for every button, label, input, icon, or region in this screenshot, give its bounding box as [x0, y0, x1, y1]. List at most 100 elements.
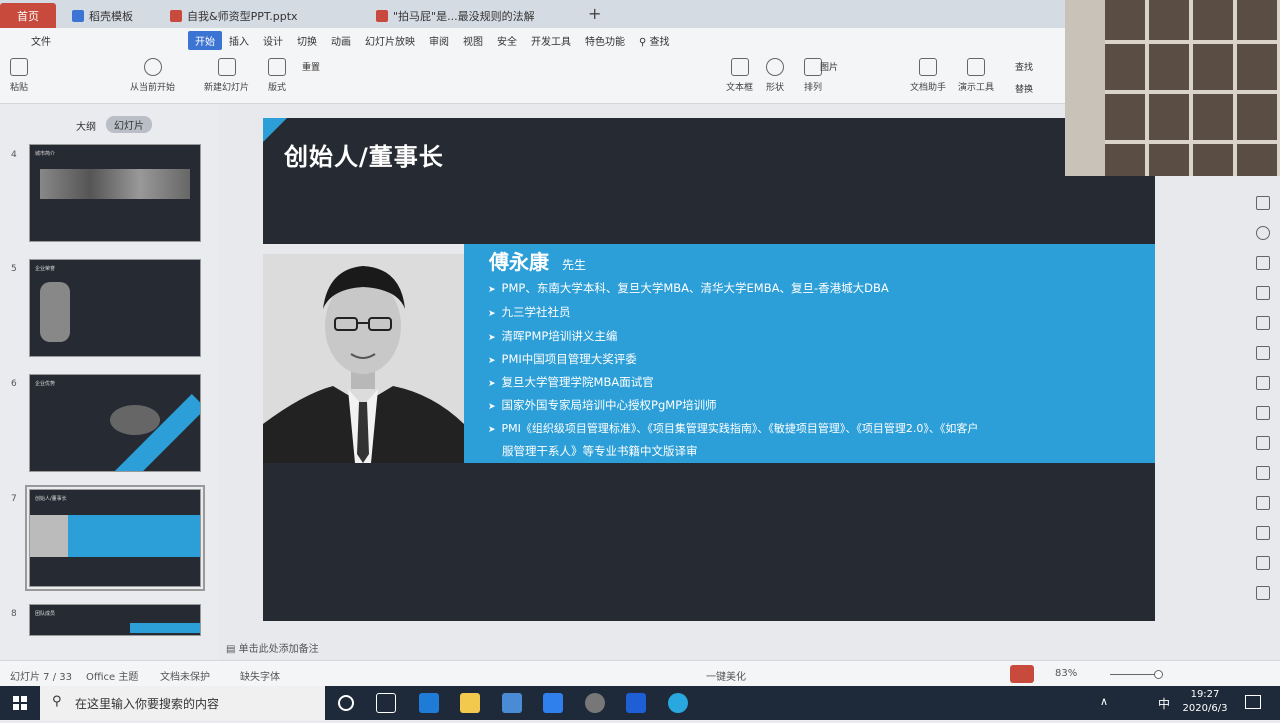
doc-helper-label: 文档助手 [910, 83, 947, 93]
layout-button[interactable]: 版式 [268, 58, 286, 93]
menu-file[interactable]: 文件 [24, 31, 58, 50]
sidebar-icon[interactable] [1256, 496, 1270, 510]
beautify-button[interactable]: 一键美化 [706, 668, 746, 683]
doc-helper-icon [919, 58, 937, 76]
notification-icon[interactable] [1245, 695, 1261, 709]
from-current-button[interactable]: 从当前开始 [130, 58, 175, 93]
start-button[interactable] [0, 686, 40, 720]
wps-icon[interactable] [626, 693, 646, 713]
play-slideshow-button[interactable] [1010, 665, 1034, 683]
missing-font-button[interactable]: 缺失字体 [240, 668, 280, 683]
paste-button[interactable]: 粘贴 [10, 58, 28, 93]
menu-review[interactable]: 审阅 [422, 31, 456, 50]
bullet-text: 清晖PMP培训讲义主编 [501, 329, 618, 343]
text-box-label: 文本框 [726, 83, 754, 93]
doc-helper-button[interactable]: 文档助手 [910, 58, 946, 93]
bullet-text: 复旦大学管理学院MBA面试官 [501, 375, 654, 389]
outline-tab[interactable]: 大纲 [76, 118, 96, 133]
shape-button[interactable]: 形状 [766, 58, 784, 93]
slide-thumbnail-5[interactable]: 企业荣誉 [29, 259, 201, 357]
bullet-item: ➤ PMP、东南大学本科、复旦大学MBA、清华大学EMBA、复旦-香港城大DBA [488, 280, 889, 296]
slide-title[interactable]: 创始人/董事长 [284, 137, 444, 172]
slide-thumbnail-6[interactable]: 企业优势 [29, 374, 201, 472]
founder-name[interactable]: 傅永康 [489, 246, 549, 275]
sidebar-icon[interactable] [1256, 376, 1270, 390]
slide-thumbnail-4[interactable]: 城市简介 [29, 144, 201, 242]
menu-search[interactable]: ⚲ 查找 [632, 31, 677, 50]
tab-templates[interactable]: 稻壳模板 [64, 3, 141, 28]
shape-label: 形状 [766, 83, 785, 93]
presentation-tool-label: 演示工具 [958, 83, 995, 93]
doc-protect-status[interactable]: 文档未保护 [160, 668, 210, 683]
sidebar-icon[interactable] [1256, 316, 1270, 330]
edge-icon[interactable] [419, 693, 439, 713]
sidebar-icon[interactable] [1256, 406, 1270, 420]
menu-home[interactable]: 开始 [188, 30, 222, 50]
picture-button[interactable]: 图片 [820, 60, 838, 73]
menu-slideshow[interactable]: 幻灯片放映 [358, 31, 422, 50]
new-tab-button[interactable]: + [588, 4, 601, 23]
task-view-icon[interactable] [376, 693, 396, 713]
tray-chevron-icon[interactable]: ∧ [1100, 695, 1108, 708]
zoom-slider-handle[interactable] [1154, 670, 1163, 679]
new-slide-label: 新建幻灯片 [204, 83, 250, 93]
text-box-button[interactable]: 文本框 [726, 58, 753, 93]
mini-photo [30, 515, 68, 557]
menu-developer[interactable]: 开发工具 [524, 31, 578, 50]
menu-design[interactable]: 设计 [256, 31, 290, 50]
arrow-bullet-icon: ➤ [488, 402, 496, 412]
system-clock[interactable]: 19:27 2020/6/3 [1180, 688, 1230, 716]
app-icon[interactable] [585, 693, 605, 713]
mail-icon[interactable] [543, 693, 563, 713]
layout-label: 版式 [268, 83, 287, 93]
menu-view[interactable]: 视图 [456, 31, 490, 50]
menu-special[interactable]: 特色功能 [578, 31, 632, 50]
menu-security[interactable]: 安全 [490, 31, 524, 50]
reset-button[interactable]: 重置 [302, 60, 320, 73]
sidebar-icon[interactable] [1256, 586, 1270, 600]
ppt-file-icon [376, 9, 388, 22]
founder-photo[interactable] [263, 254, 464, 463]
sidebar-icon[interactable] [1256, 226, 1270, 240]
replace-button[interactable]: 替换 [1015, 82, 1033, 95]
notes-area[interactable]: ▤ 单击此处添加备注 [226, 640, 319, 655]
slide-number: 5 [11, 264, 17, 274]
shelf-board [1105, 40, 1280, 44]
sidebar-icon[interactable] [1256, 256, 1270, 270]
tab-ppt-file-2[interactable]: "拍马屁"是...最没规则的法解 [368, 3, 578, 28]
slide-number: 6 [11, 379, 17, 389]
status-bar: 幻灯片 7 / 33 Office 主题 文档未保护 缺失字体 一键美化 83% [0, 660, 1280, 686]
app-icon-2[interactable] [668, 693, 688, 713]
zoom-level: 83% [1055, 668, 1078, 679]
ime-indicator[interactable]: 中 [1158, 695, 1170, 712]
store-icon[interactable] [502, 693, 522, 713]
bullet-continuation: 服管理干系人》等专业书籍中文版译审 [502, 443, 698, 459]
find-button[interactable]: 查找 [1015, 60, 1033, 73]
menu-transition[interactable]: 切换 [290, 31, 324, 50]
sidebar-icon[interactable] [1256, 196, 1270, 210]
thumbnail-title: 创始人/董事长 [35, 496, 67, 502]
menu-animation[interactable]: 动画 [324, 31, 358, 50]
zoom-slider[interactable] [1110, 674, 1160, 675]
cortana-icon[interactable] [338, 695, 354, 711]
file-explorer-icon[interactable] [460, 693, 480, 713]
sidebar-icon[interactable] [1256, 286, 1270, 300]
tab-home[interactable]: 首页 [0, 3, 56, 28]
sidebar-icon[interactable] [1256, 526, 1270, 540]
sidebar-icon[interactable] [1256, 556, 1270, 570]
slide-thumbnail-7[interactable]: 创始人/董事长 [25, 485, 205, 591]
slides-tab[interactable]: 幻灯片 [106, 116, 152, 133]
arrow-bullet-icon: ➤ [488, 285, 496, 295]
sidebar-icon[interactable] [1256, 436, 1270, 450]
sidebar-icon[interactable] [1256, 346, 1270, 360]
menu-insert[interactable]: 插入 [222, 31, 256, 50]
slide-thumbnail-8[interactable]: 团队成员 [29, 604, 201, 636]
slide-count: 幻灯片 7 / 33 [10, 672, 72, 683]
trophy-image [40, 282, 70, 342]
presentation-tool-button[interactable]: 演示工具 [958, 58, 994, 93]
bullet-text: 国家外国专家局培训中心授权PgMP培训师 [501, 398, 717, 412]
play-icon [143, 58, 162, 76]
new-slide-button[interactable]: 新建幻灯片 [204, 58, 249, 93]
tab-ppt-file[interactable]: 自我&师资型PPT.pptx [162, 3, 362, 28]
sidebar-icon[interactable] [1256, 466, 1270, 480]
